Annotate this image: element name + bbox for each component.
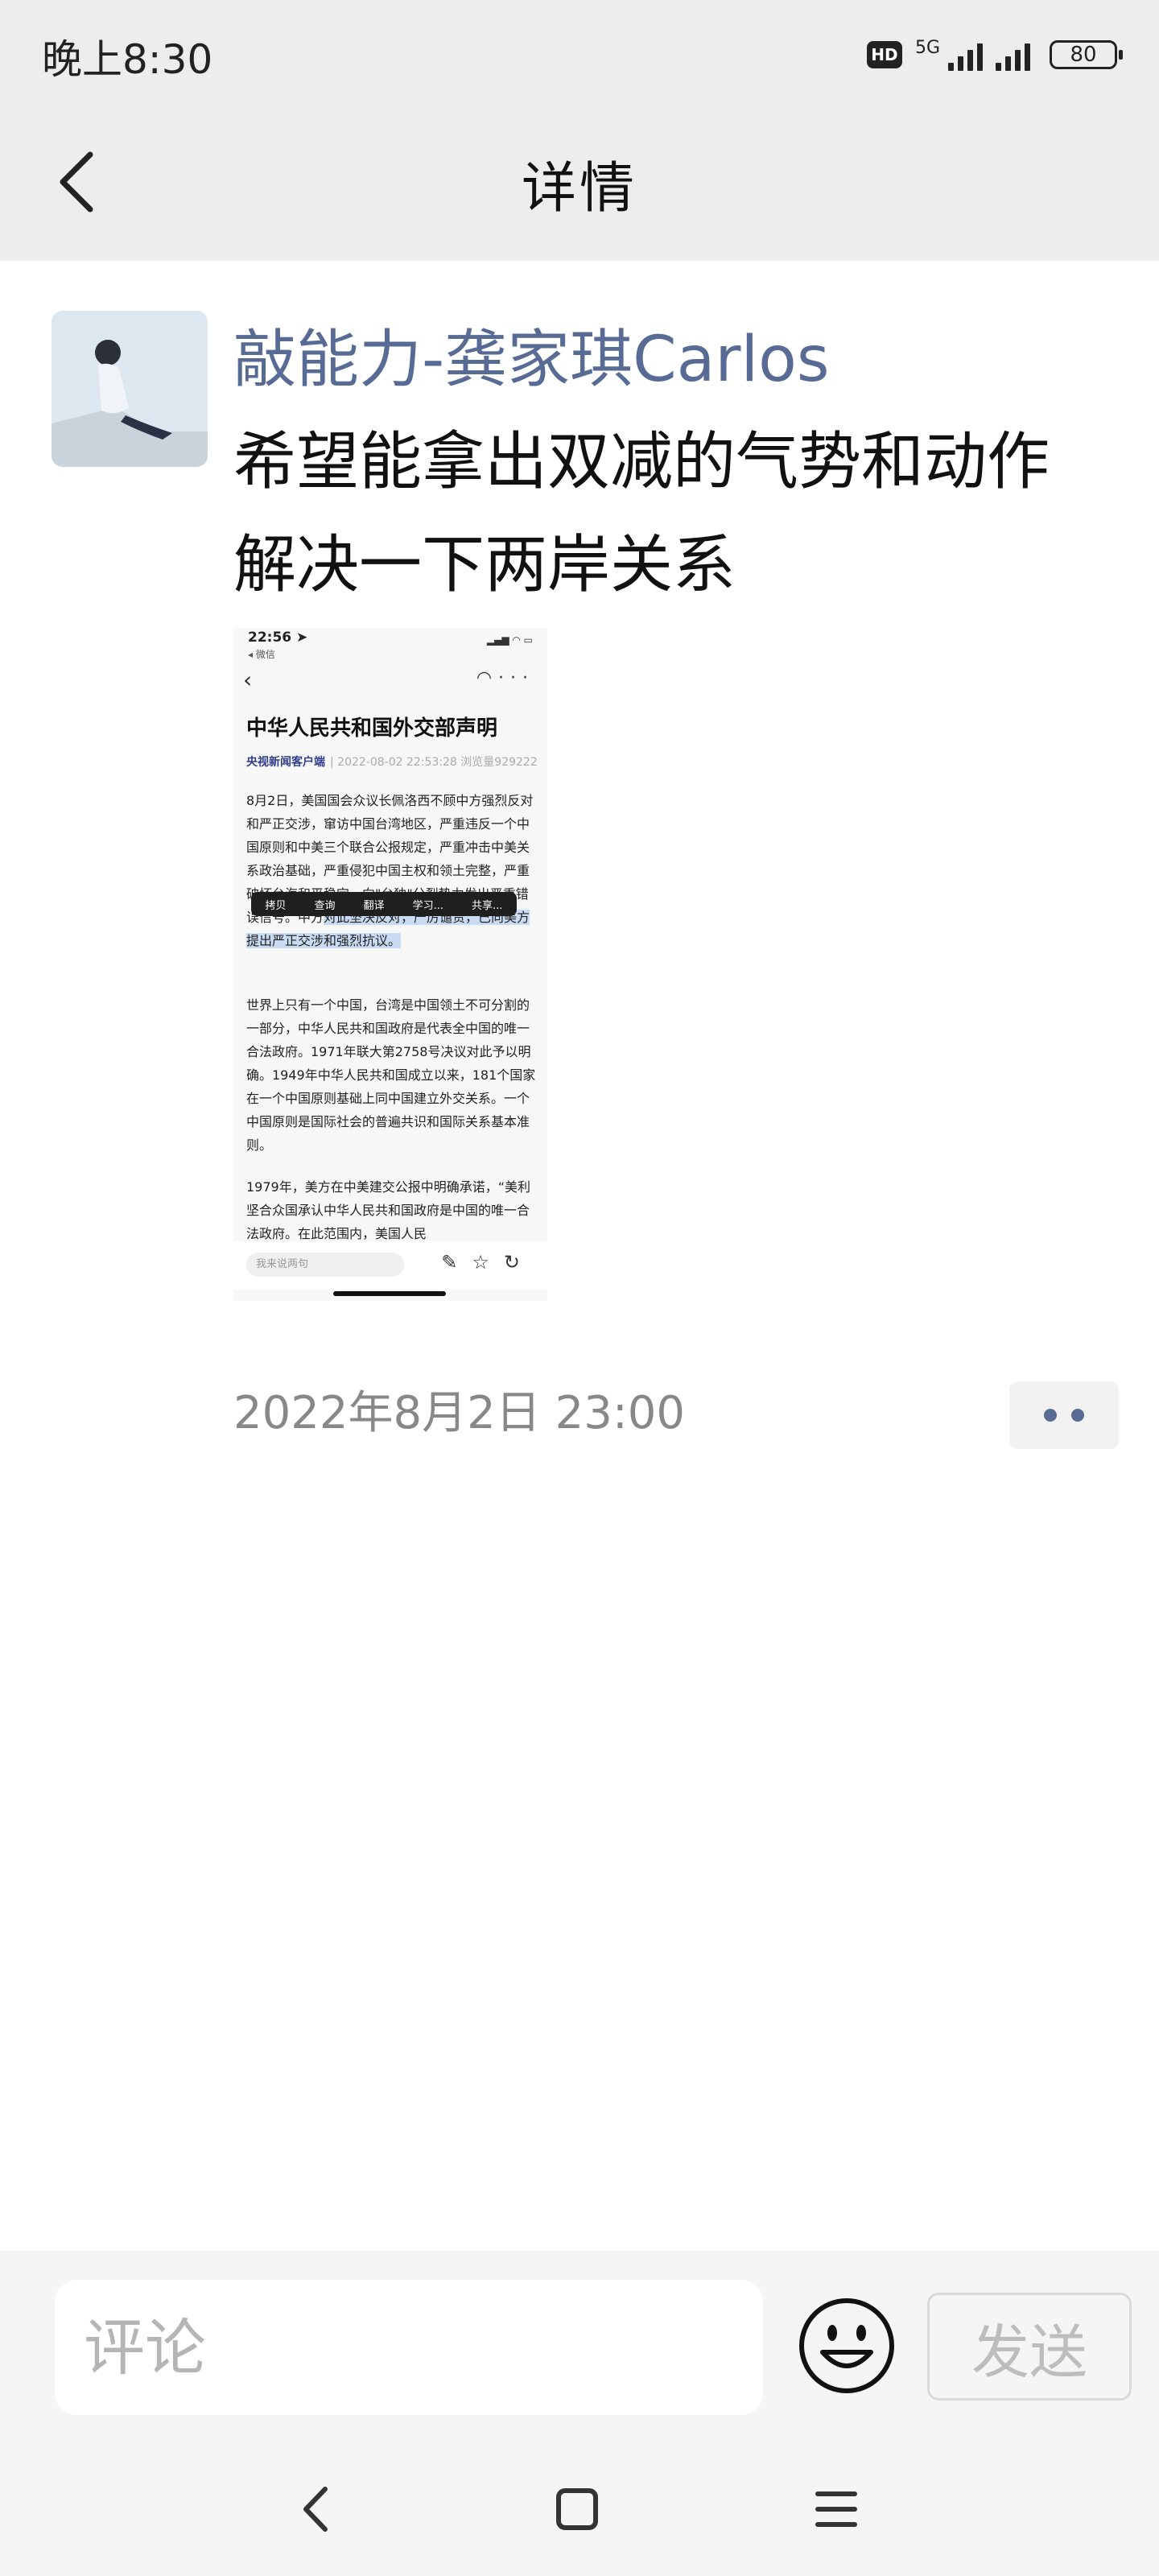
- page-title: 详情: [521, 157, 637, 221]
- post-image[interactable]: 22:56 ➤ ◂ 微信 ▂▄▆ ◠ ▭ ‹ ◠··· 中华人民共和国外交部声明…: [233, 628, 547, 1301]
- image-menu-learn: 学习...: [412, 899, 443, 912]
- smiley-face-icon[interactable]: [797, 2296, 897, 2396]
- signal-icon-2: [996, 39, 1030, 71]
- image-menu-lookup: 查询: [314, 899, 336, 912]
- image-paragraph-1: 8月2日，美国国会众议长佩洛西不顾中方强烈反对和严正交涉，窜访中国台湾地区，严重…: [246, 789, 536, 952]
- image-status-time: 22:56 ➤: [248, 630, 308, 646]
- hd-badge: HD: [866, 41, 902, 68]
- more-options-button[interactable]: [1009, 1381, 1119, 1449]
- image-article-title: 中华人民共和国外交部声明: [246, 716, 498, 741]
- comment-input[interactable]: [55, 2280, 763, 2415]
- system-nav-bar: [0, 2436, 1159, 2576]
- image-toolbar-icons: ◠···: [476, 668, 534, 688]
- image-comment-box: 我来说两句: [246, 1253, 404, 1277]
- image-menu-translate: 翻译: [363, 899, 385, 912]
- square-home-icon[interactable]: [541, 2473, 613, 2545]
- image-bottom-bar: 我来说两句 ✎☆↻: [233, 1241, 547, 1290]
- status-bar: 晚上8:30 HD 5G 80: [0, 0, 1159, 103]
- image-menu-share: 共享...: [472, 899, 503, 912]
- network-type: 5G: [914, 37, 940, 58]
- post-text: 希望能拿出双减的气势和动作解决一下两岸关系: [233, 426, 1050, 601]
- triangle-back-icon[interactable]: [282, 2473, 354, 2545]
- status-time: 晚上8:30: [42, 36, 213, 83]
- dot-icon: [1071, 1409, 1084, 1422]
- image-back-icon: ‹: [243, 667, 253, 693]
- dot-icon: [1044, 1409, 1057, 1422]
- image-status-icons: ▂▄▆ ◠ ▭: [486, 634, 533, 646]
- image-status-sub: ◂ 微信: [248, 649, 275, 660]
- signal-icon: [948, 39, 983, 71]
- avatar[interactable]: [52, 311, 208, 467]
- author-name[interactable]: 敲能力-龚家琪Carlos: [233, 309, 830, 399]
- image-context-menu: 拷贝 查询 翻译 学习... 共享...: [251, 892, 517, 916]
- image-paragraph-2: 世界上只有一个中国，台湾是中国领土不可分割的一部分，中华人民共和国政府是代表全中…: [246, 997, 536, 1153]
- image-menu-copy: 拷贝: [265, 899, 287, 912]
- image-article-source: 央视新闻客户端: [246, 756, 325, 769]
- image-article-meta: | 2022-08-02 22:53:28 浏览量929222: [330, 756, 538, 769]
- battery-level: 80: [1070, 43, 1097, 67]
- battery-icon: 80: [1050, 40, 1123, 69]
- send-button[interactable]: 发送: [927, 2293, 1132, 2401]
- image-home-indicator: [333, 1291, 446, 1296]
- comment-bar: 发送: [0, 2251, 1159, 2436]
- post-time: 2022年8月2日 23:00: [233, 1387, 685, 1439]
- status-icons: HD 5G 80: [866, 31, 1123, 79]
- hamburger-menu-icon[interactable]: [800, 2473, 872, 2545]
- navbar: 详情: [0, 103, 1159, 261]
- image-bottom-icons: ✎☆↻: [441, 1251, 534, 1274]
